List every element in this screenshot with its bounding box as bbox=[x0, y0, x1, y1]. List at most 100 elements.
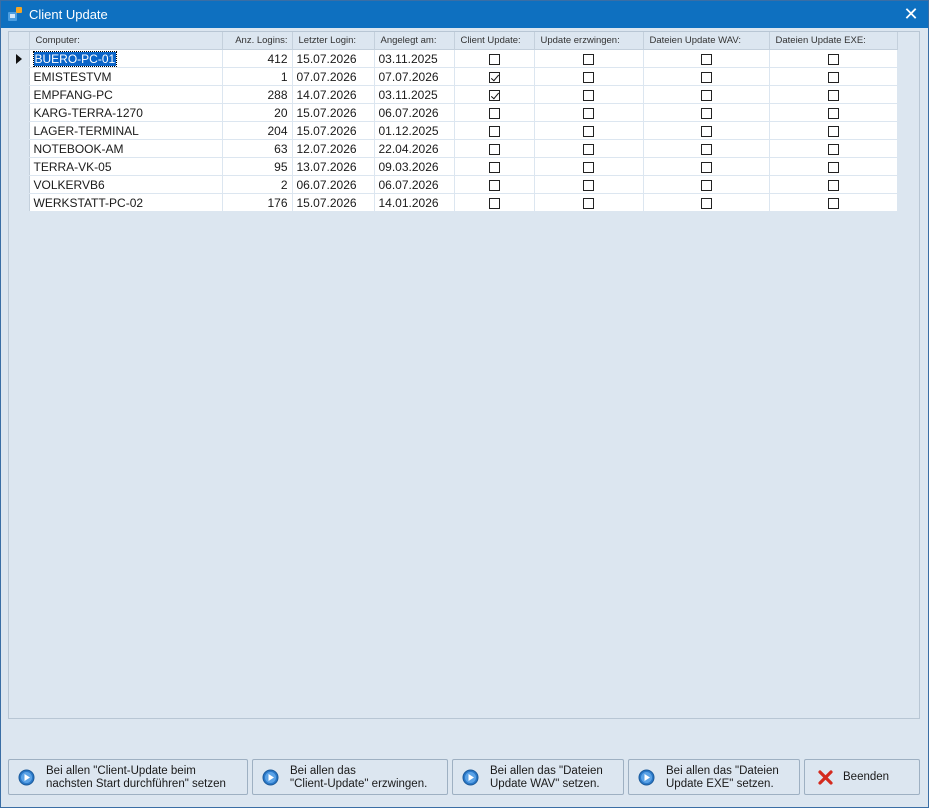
cell-last-login[interactable]: 13.07.2026 bbox=[292, 157, 375, 176]
force-checkbox[interactable] bbox=[583, 107, 594, 119]
wav-checkbox[interactable] bbox=[700, 89, 712, 101]
table-row[interactable]: EMPFANG-PC 288 14.07.2026 03.11.2025 bbox=[9, 85, 898, 104]
exe-checkbox[interactable] bbox=[827, 197, 839, 209]
cell-logins[interactable]: 204 bbox=[222, 121, 293, 140]
cell-computer[interactable]: NOTEBOOK-AM bbox=[29, 139, 223, 158]
force-checkbox[interactable] bbox=[583, 71, 594, 83]
cell-created[interactable]: 01.12.2025 bbox=[374, 121, 455, 140]
client-checkbox[interactable] bbox=[488, 161, 500, 173]
title-bar[interactable]: Client Update ✕ bbox=[1, 1, 928, 28]
table-row[interactable]: VOLKERVB6 2 06.07.2026 06.07.2026 bbox=[9, 175, 898, 194]
exit-button[interactable]: Beenden bbox=[804, 759, 920, 795]
wav-checkbox[interactable] bbox=[700, 71, 712, 83]
row-indicator[interactable] bbox=[9, 103, 30, 122]
cell-computer[interactable]: EMPFANG-PC bbox=[29, 85, 223, 104]
force-client-update-all-button[interactable]: Bei allen das "Client-Update" erzwingen. bbox=[252, 759, 448, 795]
wav-checkbox[interactable] bbox=[700, 143, 712, 155]
exe-checkbox[interactable] bbox=[827, 161, 839, 173]
cell-computer[interactable]: TERRA-VK-05 bbox=[29, 157, 223, 176]
exe-checkbox[interactable] bbox=[827, 125, 839, 137]
client-checkbox[interactable] bbox=[488, 197, 500, 209]
cell-last-login[interactable]: 15.07.2026 bbox=[292, 103, 375, 122]
computer-grid[interactable]: Computer: Anz. Logins: Letzter Login: An… bbox=[8, 31, 920, 719]
cell-logins[interactable]: 20 bbox=[222, 103, 293, 122]
cell-last-login[interactable]: 07.07.2026 bbox=[292, 67, 375, 86]
force-checkbox[interactable] bbox=[583, 179, 594, 191]
cell-logins[interactable]: 288 bbox=[222, 85, 293, 104]
force-checkbox[interactable] bbox=[583, 143, 594, 155]
cell-last-login[interactable]: 12.07.2026 bbox=[292, 139, 375, 158]
wav-checkbox[interactable] bbox=[700, 125, 712, 137]
header-client-update[interactable]: Client Update: bbox=[454, 32, 535, 50]
cell-last-login[interactable]: 15.07.2026 bbox=[292, 121, 375, 140]
exe-checkbox[interactable] bbox=[827, 89, 839, 101]
cell-logins[interactable]: 412 bbox=[222, 49, 293, 68]
row-indicator[interactable] bbox=[9, 85, 30, 104]
cell-last-login[interactable]: 06.07.2026 bbox=[292, 175, 375, 194]
row-indicator[interactable] bbox=[9, 193, 30, 212]
exe-checkbox[interactable] bbox=[827, 179, 839, 191]
client-checkbox[interactable] bbox=[488, 107, 500, 119]
wav-checkbox[interactable] bbox=[700, 161, 712, 173]
set-client-update-all-button[interactable]: Bei allen "Client-Update beim nachsten S… bbox=[8, 759, 248, 795]
force-checkbox[interactable] bbox=[583, 53, 594, 65]
row-indicator[interactable] bbox=[9, 175, 30, 194]
header-wav-update[interactable]: Dateien Update WAV: bbox=[643, 32, 770, 50]
wav-checkbox[interactable] bbox=[700, 197, 712, 209]
exe-checkbox[interactable] bbox=[827, 143, 839, 155]
row-indicator[interactable] bbox=[9, 49, 30, 68]
header-logins[interactable]: Anz. Logins: bbox=[222, 32, 293, 50]
wav-checkbox[interactable] bbox=[700, 53, 712, 65]
cell-created[interactable]: 09.03.2026 bbox=[374, 157, 455, 176]
header-last-login[interactable]: Letzter Login: bbox=[292, 32, 375, 50]
row-indicator[interactable] bbox=[9, 157, 30, 176]
cell-logins[interactable]: 2 bbox=[222, 175, 293, 194]
cell-created[interactable]: 22.04.2026 bbox=[374, 139, 455, 158]
set-wav-update-all-button[interactable]: Bei allen das "Dateien Update WAV" setze… bbox=[452, 759, 624, 795]
set-exe-update-all-button[interactable]: Bei allen das "Dateien Update EXE" setze… bbox=[628, 759, 800, 795]
table-row[interactable]: BUERO-PC-01 412 15.07.2026 03.11.2025 bbox=[9, 49, 898, 68]
client-checkbox[interactable] bbox=[488, 143, 500, 155]
client-checkbox[interactable] bbox=[488, 179, 500, 191]
force-checkbox[interactable] bbox=[583, 197, 594, 209]
cell-last-login[interactable]: 15.07.2026 bbox=[292, 49, 375, 68]
row-indicator[interactable] bbox=[9, 139, 30, 158]
cell-computer[interactable]: WERKSTATT-PC-02 bbox=[29, 193, 223, 212]
exe-checkbox[interactable] bbox=[827, 107, 839, 119]
table-row[interactable]: TERRA-VK-05 95 13.07.2026 09.03.2026 bbox=[9, 157, 898, 176]
cell-created[interactable]: 06.07.2026 bbox=[374, 175, 455, 194]
cell-last-login[interactable]: 14.07.2026 bbox=[292, 85, 375, 104]
header-exe-update[interactable]: Dateien Update EXE: bbox=[769, 32, 898, 50]
wav-checkbox[interactable] bbox=[700, 107, 712, 119]
cell-computer[interactable]: KARG-TERRA-1270 bbox=[29, 103, 223, 122]
exe-checkbox[interactable] bbox=[827, 53, 839, 65]
cell-created[interactable]: 06.07.2026 bbox=[374, 103, 455, 122]
exe-checkbox[interactable] bbox=[827, 71, 839, 83]
cell-logins[interactable]: 95 bbox=[222, 157, 293, 176]
row-indicator[interactable] bbox=[9, 67, 30, 86]
cell-created[interactable]: 03.11.2025 bbox=[374, 85, 455, 104]
header-created[interactable]: Angelegt am: bbox=[374, 32, 455, 50]
cell-logins[interactable]: 1 bbox=[222, 67, 293, 86]
client-checkbox[interactable] bbox=[488, 125, 500, 137]
cell-computer[interactable]: VOLKERVB6 bbox=[29, 175, 223, 194]
cell-created[interactable]: 14.01.2026 bbox=[374, 193, 455, 212]
table-row[interactable]: WERKSTATT-PC-02 176 15.07.2026 14.01.2026 bbox=[9, 193, 898, 212]
client-checkbox[interactable] bbox=[488, 89, 500, 101]
cell-created[interactable]: 03.11.2025 bbox=[374, 49, 455, 68]
table-row[interactable]: EMISTESTVM 1 07.07.2026 07.07.2026 bbox=[9, 67, 898, 86]
header-force-update[interactable]: Update erzwingen: bbox=[534, 32, 644, 50]
force-checkbox[interactable] bbox=[583, 125, 594, 137]
cell-logins[interactable]: 176 bbox=[222, 193, 293, 212]
cell-computer[interactable]: EMISTESTVM bbox=[29, 67, 223, 86]
table-row[interactable]: LAGER-TERMINAL 204 15.07.2026 01.12.2025 bbox=[9, 121, 898, 140]
wav-checkbox[interactable] bbox=[700, 179, 712, 191]
row-indicator[interactable] bbox=[9, 121, 30, 140]
cell-created[interactable]: 07.07.2026 bbox=[374, 67, 455, 86]
cell-computer[interactable]: LAGER-TERMINAL bbox=[29, 121, 223, 140]
client-checkbox[interactable] bbox=[488, 53, 500, 65]
client-checkbox[interactable] bbox=[488, 71, 500, 83]
table-row[interactable]: NOTEBOOK-AM 63 12.07.2026 22.04.2026 bbox=[9, 139, 898, 158]
close-button[interactable]: ✕ bbox=[894, 1, 928, 28]
force-checkbox[interactable] bbox=[583, 89, 594, 101]
